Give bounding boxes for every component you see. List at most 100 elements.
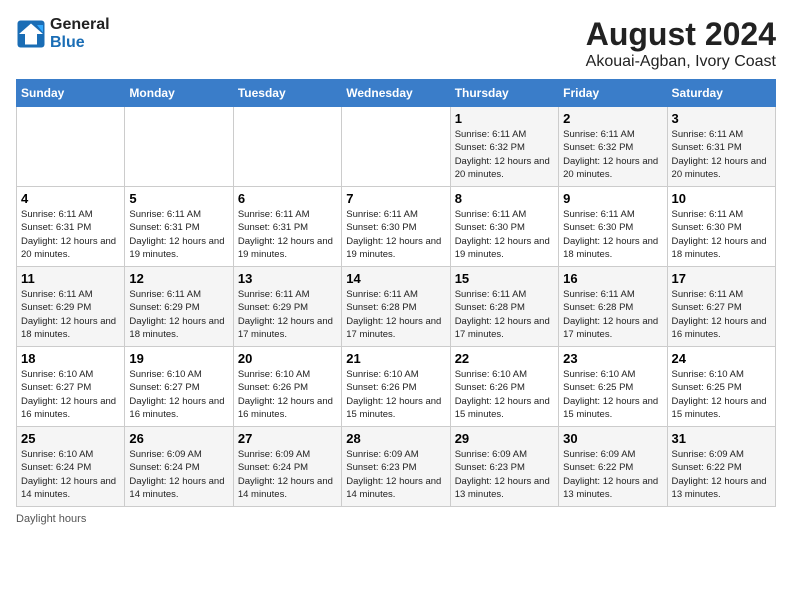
day-info: Sunrise: 6:11 AM Sunset: 6:30 PM Dayligh… xyxy=(346,208,445,261)
day-info: Sunrise: 6:09 AM Sunset: 6:22 PM Dayligh… xyxy=(672,448,771,501)
calendar-cell: 22 Sunrise: 6:10 AM Sunset: 6:26 PM Dayli… xyxy=(450,347,558,427)
calendar-cell: 27 Sunrise: 6:09 AM Sunset: 6:24 PM Dayli… xyxy=(233,427,341,507)
header-monday: Monday xyxy=(125,80,233,107)
day-number: 26 xyxy=(129,431,228,446)
page-title: August 2024 xyxy=(586,16,776,53)
day-info: Sunrise: 6:11 AM Sunset: 6:31 PM Dayligh… xyxy=(129,208,228,261)
day-number: 30 xyxy=(563,431,662,446)
calendar-cell: 28 Sunrise: 6:09 AM Sunset: 6:23 PM Dayli… xyxy=(342,427,450,507)
footer-text: Daylight hours xyxy=(16,513,86,525)
header-sunday: Sunday xyxy=(17,80,125,107)
day-number: 17 xyxy=(672,271,771,286)
calendar-cell: 23Sunrise: 6:10 AM Sunset: 6:25 PM Dayli… xyxy=(559,347,667,427)
calendar-week-4: 18 Sunrise: 6:10 AM Sunset: 6:27 PM Dayli… xyxy=(17,347,776,427)
day-info: Sunrise: 6:10 AM Sunset: 6:27 PM Dayligh… xyxy=(21,368,120,421)
calendar-cell: 4 Sunrise: 6:11 AM Sunset: 6:31 PM Daylig… xyxy=(17,187,125,267)
day-info: Sunrise: 6:09 AM Sunset: 6:23 PM Dayligh… xyxy=(346,448,445,501)
day-info: Sunrise: 6:11 AM Sunset: 6:29 PM Dayligh… xyxy=(21,288,120,341)
calendar-cell xyxy=(17,107,125,187)
day-info: Sunrise: 6:09 AM Sunset: 6:24 PM Dayligh… xyxy=(238,448,337,501)
page-subtitle: Akouai-Agban, Ivory Coast xyxy=(586,53,776,71)
calendar-cell: 21 Sunrise: 6:10 AM Sunset: 6:26 PM Dayli… xyxy=(342,347,450,427)
day-info: Sunrise: 6:11 AM Sunset: 6:27 PM Dayligh… xyxy=(672,288,771,341)
calendar-header-row: SundayMondayTuesdayWednesdayThursdayFrid… xyxy=(17,80,776,107)
calendar-cell xyxy=(233,107,341,187)
day-number: 31 xyxy=(672,431,771,446)
calendar-cell: 14 Sunrise: 6:11 AM Sunset: 6:28 PM Dayli… xyxy=(342,267,450,347)
day-number: 21 xyxy=(346,351,445,366)
calendar-cell: 16Sunrise: 6:11 AM Sunset: 6:28 PM Dayli… xyxy=(559,267,667,347)
day-info: Sunrise: 6:10 AM Sunset: 6:26 PM Dayligh… xyxy=(238,368,337,421)
header-saturday: Saturday xyxy=(667,80,775,107)
header-friday: Friday xyxy=(559,80,667,107)
day-number: 22 xyxy=(455,351,554,366)
day-number: 3 xyxy=(672,111,771,126)
logo-icon xyxy=(16,19,46,49)
day-info: Sunrise: 6:11 AM Sunset: 6:29 PM Dayligh… xyxy=(238,288,337,341)
day-number: 24 xyxy=(672,351,771,366)
calendar-cell: 19Sunrise: 6:10 AM Sunset: 6:27 PM Dayli… xyxy=(125,347,233,427)
day-info: Sunrise: 6:11 AM Sunset: 6:30 PM Dayligh… xyxy=(672,208,771,261)
day-number: 20 xyxy=(238,351,337,366)
calendar-cell: 26 Sunrise: 6:09 AM Sunset: 6:24 PM Dayli… xyxy=(125,427,233,507)
day-info: Sunrise: 6:09 AM Sunset: 6:24 PM Dayligh… xyxy=(129,448,228,501)
day-info: Sunrise: 6:10 AM Sunset: 6:27 PM Dayligh… xyxy=(129,368,228,421)
day-info: Sunrise: 6:10 AM Sunset: 6:26 PM Dayligh… xyxy=(346,368,445,421)
day-number: 27 xyxy=(238,431,337,446)
calendar-cell: 2 Sunrise: 6:11 AM Sunset: 6:32 PM Daylig… xyxy=(559,107,667,187)
day-number: 28 xyxy=(346,431,445,446)
calendar-table: SundayMondayTuesdayWednesdayThursdayFrid… xyxy=(16,79,776,507)
logo-name1: General xyxy=(50,16,110,34)
calendar-cell: 7Sunrise: 6:11 AM Sunset: 6:30 PM Daylig… xyxy=(342,187,450,267)
calendar-cell: 30 Sunrise: 6:09 AM Sunset: 6:22 PM Dayli… xyxy=(559,427,667,507)
calendar-cell: 25Sunrise: 6:10 AM Sunset: 6:24 PM Dayli… xyxy=(17,427,125,507)
day-info: Sunrise: 6:11 AM Sunset: 6:31 PM Dayligh… xyxy=(238,208,337,261)
calendar-cell: 9 Sunrise: 6:11 AM Sunset: 6:30 PM Daylig… xyxy=(559,187,667,267)
day-number: 8 xyxy=(455,191,554,206)
day-number: 5 xyxy=(129,191,228,206)
header-wednesday: Wednesday xyxy=(342,80,450,107)
day-number: 4 xyxy=(21,191,120,206)
day-number: 9 xyxy=(563,191,662,206)
day-number: 1 xyxy=(455,111,554,126)
day-number: 2 xyxy=(563,111,662,126)
day-info: Sunrise: 6:11 AM Sunset: 6:29 PM Dayligh… xyxy=(129,288,228,341)
calendar-cell: 31 Sunrise: 6:09 AM Sunset: 6:22 PM Dayli… xyxy=(667,427,775,507)
calendar-cell: 18 Sunrise: 6:10 AM Sunset: 6:27 PM Dayli… xyxy=(17,347,125,427)
day-info: Sunrise: 6:11 AM Sunset: 6:30 PM Dayligh… xyxy=(563,208,662,261)
day-number: 18 xyxy=(21,351,120,366)
calendar-cell: 20 Sunrise: 6:10 AM Sunset: 6:26 PM Dayli… xyxy=(233,347,341,427)
header-tuesday: Tuesday xyxy=(233,80,341,107)
day-info: Sunrise: 6:11 AM Sunset: 6:28 PM Dayligh… xyxy=(455,288,554,341)
calendar-cell: 15 Sunrise: 6:11 AM Sunset: 6:28 PM Dayli… xyxy=(450,267,558,347)
day-info: Sunrise: 6:10 AM Sunset: 6:26 PM Dayligh… xyxy=(455,368,554,421)
day-info: Sunrise: 6:11 AM Sunset: 6:31 PM Dayligh… xyxy=(21,208,120,261)
calendar-cell: 29Sunrise: 6:09 AM Sunset: 6:23 PM Dayli… xyxy=(450,427,558,507)
day-info: Sunrise: 6:11 AM Sunset: 6:32 PM Dayligh… xyxy=(455,128,554,181)
calendar-cell: 17 Sunrise: 6:11 AM Sunset: 6:27 PM Dayli… xyxy=(667,267,775,347)
day-info: Sunrise: 6:11 AM Sunset: 6:28 PM Dayligh… xyxy=(346,288,445,341)
calendar-cell: 1 Sunrise: 6:11 AM Sunset: 6:32 PM Daylig… xyxy=(450,107,558,187)
calendar-week-3: 11 Sunrise: 6:11 AM Sunset: 6:29 PM Dayli… xyxy=(17,267,776,347)
calendar-cell: 5 Sunrise: 6:11 AM Sunset: 6:31 PM Daylig… xyxy=(125,187,233,267)
day-number: 6 xyxy=(238,191,337,206)
title-block: August 2024 Akouai-Agban, Ivory Coast xyxy=(586,16,776,71)
day-number: 10 xyxy=(672,191,771,206)
calendar-cell: 11 Sunrise: 6:11 AM Sunset: 6:29 PM Dayli… xyxy=(17,267,125,347)
calendar-week-2: 4 Sunrise: 6:11 AM Sunset: 6:31 PM Daylig… xyxy=(17,187,776,267)
calendar-cell: 12Sunrise: 6:11 AM Sunset: 6:29 PM Dayli… xyxy=(125,267,233,347)
day-number: 15 xyxy=(455,271,554,286)
day-info: Sunrise: 6:09 AM Sunset: 6:23 PM Dayligh… xyxy=(455,448,554,501)
calendar-week-5: 25Sunrise: 6:10 AM Sunset: 6:24 PM Dayli… xyxy=(17,427,776,507)
day-info: Sunrise: 6:10 AM Sunset: 6:25 PM Dayligh… xyxy=(563,368,662,421)
day-number: 11 xyxy=(21,271,120,286)
day-info: Sunrise: 6:09 AM Sunset: 6:22 PM Dayligh… xyxy=(563,448,662,501)
page-header: General Blue August 2024 Akouai-Agban, I… xyxy=(16,16,776,71)
day-info: Sunrise: 6:10 AM Sunset: 6:24 PM Dayligh… xyxy=(21,448,120,501)
logo-name2: Blue xyxy=(50,34,110,52)
calendar-cell: 13Sunrise: 6:11 AM Sunset: 6:29 PM Dayli… xyxy=(233,267,341,347)
day-info: Sunrise: 6:11 AM Sunset: 6:32 PM Dayligh… xyxy=(563,128,662,181)
day-number: 14 xyxy=(346,271,445,286)
header-thursday: Thursday xyxy=(450,80,558,107)
calendar-cell: 3Sunrise: 6:11 AM Sunset: 6:31 PM Daylig… xyxy=(667,107,775,187)
